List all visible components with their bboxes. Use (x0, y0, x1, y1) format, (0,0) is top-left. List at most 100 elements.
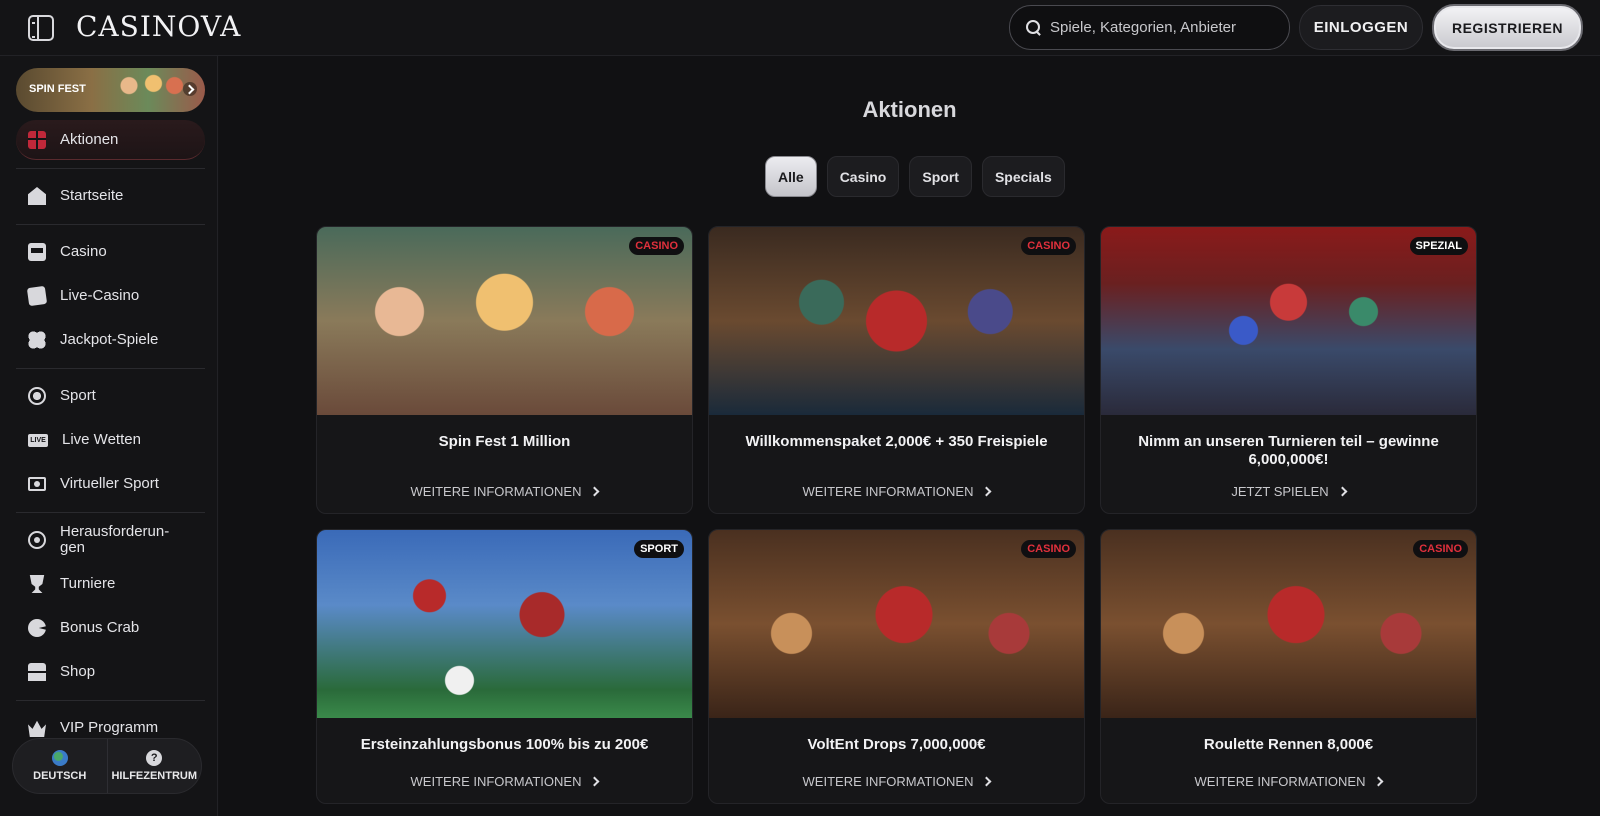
globe-icon (51, 750, 68, 766)
promo-title: Roulette Rennen 8,000€ (1203, 736, 1374, 753)
sidebar: SPIN FEST Aktionen Startseite Casino Liv… (0, 56, 218, 816)
sidebar-item-label: Live Wetten (62, 431, 141, 448)
promo-card[interactable]: CASINO Willkommenspaket 2,000€ + 350 Fre… (708, 226, 1085, 514)
language-button[interactable]: DEUTSCH (13, 739, 107, 793)
sidebar-item-aktionen[interactable]: Aktionen (16, 120, 205, 160)
more-info-link[interactable]: WEITERE INFORMATIONEN (709, 484, 1084, 499)
tab-alle[interactable]: Alle (765, 156, 817, 197)
promo-card[interactable]: CASINO Roulette Rennen 8,000€ WEITERE IN… (1100, 529, 1477, 804)
sidebar-item-label: Live-Casino (60, 287, 140, 304)
register-button[interactable]: REGISTRIEREN (1432, 4, 1583, 51)
play-now-label: JETZT SPIELEN (1231, 484, 1329, 499)
promo-title: Nimm an unseren Turnieren teil – gewinne… (1138, 433, 1439, 468)
category-badge: SPORT (634, 540, 684, 558)
more-info-link[interactable]: WEITERE INFORMATIONEN (709, 774, 1084, 789)
chevron-right-icon (982, 486, 992, 497)
sidebar-item-label: Jackpot-Spiele (60, 331, 159, 348)
sidebar-item-label: Herausforderun- gen (60, 523, 170, 556)
sidebar-item-label: Sport (60, 387, 96, 404)
sidebar-item-label: Turniere (60, 575, 116, 592)
target-icon (28, 531, 46, 549)
sidebar-item-herausforderungen[interactable]: Herausforderun- gen (16, 520, 205, 560)
tab-sport[interactable]: Sport (909, 156, 972, 197)
gift-icon (28, 130, 46, 149)
promo-title: VoltEnt Drops 7,000,000€ (807, 736, 986, 753)
sidebar-item-label: Shop (60, 663, 96, 680)
promo-image: CASINO (709, 227, 1084, 415)
promo-image: SPEZIAL (1101, 227, 1476, 415)
crab-icon (28, 619, 46, 637)
more-info-label: WEITERE INFORMATIONEN (802, 774, 974, 789)
cards-icon (26, 285, 48, 307)
sidebar-toggle-icon[interactable] (28, 15, 54, 41)
play-now-link[interactable]: JETZT SPIELEN (1101, 484, 1476, 499)
chevron-right-icon (1374, 776, 1384, 787)
sidebar-item-jackpot-spiele[interactable]: Jackpot-Spiele (16, 320, 205, 360)
promo-card[interactable]: CASINO VoltEnt Drops 7,000,000€ WEITERE … (708, 529, 1085, 804)
main-content: Aktionen Alle Casino Sport Specials CASI… (219, 56, 1600, 816)
promo-characters-image (115, 68, 185, 112)
monitor-icon (28, 477, 46, 491)
promo-title: Ersteinzahlungsbonus 100% bis zu 200€ (360, 736, 649, 753)
promo-title: Willkommenspaket 2,000€ + 350 Freispiele (745, 433, 1048, 450)
search-icon (1026, 19, 1042, 36)
sidebar-item-label: Aktionen (60, 130, 119, 148)
top-header: CASINOVA EINLOGGEN REGISTRIEREN (0, 0, 1600, 56)
slot-machine-icon (28, 243, 46, 261)
sidebar-item-label: Virtueller Sport (60, 475, 159, 492)
sidebar-item-casino[interactable]: Casino (16, 232, 205, 272)
sidebar-divider (16, 168, 205, 169)
search-input[interactable] (1050, 19, 1270, 36)
page-title: Aktionen (862, 97, 957, 122)
more-info-label: WEITERE INFORMATIONEN (1194, 774, 1366, 789)
category-badge: CASINO (1021, 237, 1076, 255)
more-info-label: WEITERE INFORMATIONEN (410, 484, 582, 499)
help-center-button[interactable]: ? HILFEZENTRUM (106, 739, 202, 793)
tab-casino[interactable]: Casino (826, 156, 900, 197)
promo-card[interactable]: CASINO Spin Fest 1 Million WEITERE INFOR… (316, 226, 693, 514)
casinova-logo[interactable]: CASINOVA (76, 10, 241, 43)
promo-image: SPORT (317, 530, 692, 718)
sidebar-divider (16, 224, 205, 225)
spin-fest-promo-banner[interactable]: SPIN FEST (16, 68, 205, 112)
login-button[interactable]: EINLOGGEN (1299, 5, 1423, 50)
category-badge: CASINO (629, 237, 684, 255)
language-label: DEUTSCH (33, 770, 87, 782)
tab-specials[interactable]: Specials (981, 156, 1065, 197)
category-badge: CASINO (1413, 540, 1468, 558)
search-bar[interactable] (1009, 5, 1290, 50)
trophy-icon (29, 575, 45, 593)
category-badge: CASINO (1021, 540, 1076, 558)
crown-icon (28, 720, 46, 737)
sidebar-item-turniere[interactable]: Turniere (16, 564, 205, 604)
more-info-link[interactable]: WEITERE INFORMATIONEN (317, 484, 692, 499)
sidebar-item-label: Startseite (60, 187, 124, 204)
sidebar-item-label: Casino (60, 243, 107, 260)
more-info-link[interactable]: WEITERE INFORMATIONEN (1101, 774, 1476, 789)
help-center-label: HILFEZENTRUM (111, 770, 198, 782)
more-info-link[interactable]: WEITERE INFORMATIONEN (317, 774, 692, 789)
sidebar-item-startseite[interactable]: Startseite (16, 176, 205, 216)
sidebar-item-bonus-crab[interactable]: Bonus Crab (16, 608, 205, 648)
sidebar-item-sport[interactable]: Sport (16, 376, 205, 416)
promo-image: CASINO (709, 530, 1084, 718)
live-icon: LIVE (28, 433, 48, 447)
sidebar-item-live-wetten[interactable]: LIVE Live Wetten (16, 420, 205, 460)
category-badge: SPEZIAL (1409, 237, 1468, 255)
shop-icon (28, 663, 46, 681)
sidebar-item-shop[interactable]: Shop (16, 652, 205, 692)
promo-image: CASINO (1101, 530, 1476, 718)
soccer-ball-icon (28, 387, 46, 405)
sidebar-item-label: Bonus Crab (60, 619, 140, 636)
sidebar-item-live-casino[interactable]: Live-Casino (16, 276, 205, 316)
sidebar-divider (16, 512, 205, 513)
chevron-right-icon (982, 776, 992, 787)
sidebar-item-virtueller-sport[interactable]: Virtueller Sport (16, 464, 205, 504)
promo-card[interactable]: SPEZIAL Nimm an unseren Turnieren teil –… (1100, 226, 1477, 514)
clover-icon (28, 331, 46, 349)
promo-card[interactable]: SPORT Ersteinzahlungsbonus 100% bis zu 2… (316, 529, 693, 804)
filter-tabs: Alle Casino Sport Specials (765, 156, 1065, 197)
sidebar-footer: DEUTSCH ? HILFEZENTRUM (12, 738, 202, 794)
more-info-label: WEITERE INFORMATIONEN (802, 484, 974, 499)
more-info-label: WEITERE INFORMATIONEN (410, 774, 582, 789)
